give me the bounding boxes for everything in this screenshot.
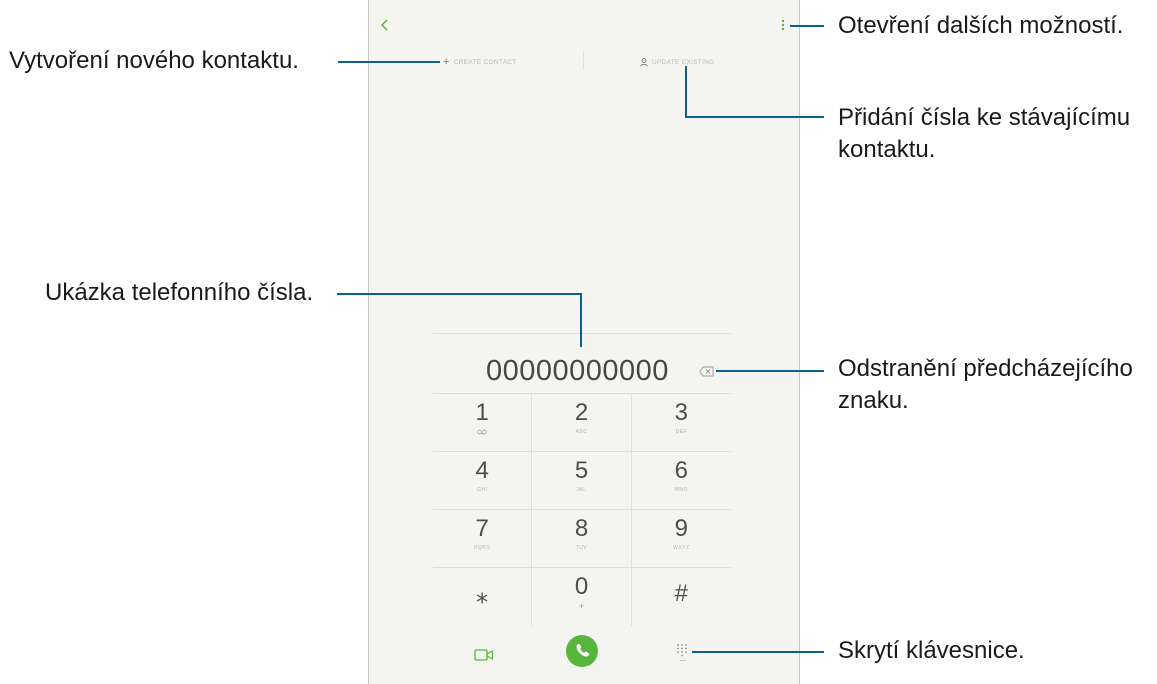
key-digit: 0 (574, 573, 589, 600)
key-digit: 4 (475, 457, 489, 484)
key-letters: WXYZ (673, 545, 690, 551)
voicemail-icon (477, 429, 487, 435)
key-2[interactable]: 2 ABC (532, 394, 632, 452)
key-star[interactable]: ⁎ (433, 568, 533, 626)
phone-number-display: 00000000000 (486, 355, 669, 387)
keypad-toggle-icon[interactable] (675, 642, 689, 664)
key-8[interactable]: 8 TUV (532, 510, 632, 568)
more-options-icon[interactable] (778, 17, 788, 33)
key-letters: ABC (575, 429, 588, 435)
key-0[interactable]: 0 + (532, 568, 632, 626)
create-contact-button[interactable]: + CREATE CONTACT (443, 55, 517, 69)
key-digit: 5 (574, 457, 589, 484)
callout-text: kontaktu. (838, 136, 936, 163)
key-plus-label: + (578, 601, 585, 611)
key-letters: PQRS (474, 545, 491, 551)
key-letters: GHI (476, 487, 488, 493)
key-1[interactable]: 1 (433, 394, 533, 452)
update-existing-button[interactable]: UPDATE EXISTING (640, 55, 715, 69)
key-digit: 2 (574, 399, 589, 426)
plus-icon: + (443, 55, 450, 68)
key-3[interactable]: 3 DEF (631, 394, 731, 452)
key-digit: 8 (574, 515, 589, 542)
key-letters: DEF (675, 429, 688, 435)
dial-keypad: 1 2 ABC 3 DEF 4 GHI 5 JKL 6 MNO 7 PQRS 8… (433, 393, 731, 626)
key-digit: 9 (674, 515, 688, 542)
key-digit: 7 (475, 515, 489, 542)
leader-line-more-options (790, 25, 824, 27)
callout-text: Ukázka telefonního čísla. (45, 279, 314, 306)
key-6[interactable]: 6 MNO (631, 452, 731, 510)
call-button[interactable] (566, 635, 598, 667)
key-letters: JKL (576, 487, 587, 493)
leader-line-new-contact (338, 61, 440, 63)
create-contact-label: CREATE CONTACT (453, 58, 517, 66)
callout-delete-char: Odstranění předcházejícího znaku. (838, 353, 1133, 417)
callout-new-contact: Vytvoření nového kontaktu. (9, 45, 299, 77)
key-digit: 6 (674, 457, 688, 484)
callout-text: Vytvoření nového kontaktu. (9, 47, 299, 74)
video-call-icon[interactable] (474, 648, 494, 662)
key-digit: # (674, 580, 688, 607)
callout-hide-keypad: Skrytí klávesnice. (838, 635, 1025, 667)
key-5[interactable]: 5 JKL (532, 452, 632, 510)
key-digit: 3 (674, 399, 688, 426)
person-icon (640, 57, 648, 67)
leader-line-number-preview (337, 293, 582, 295)
key-digit: 1 (475, 399, 489, 426)
leader-line-hide-keypad (692, 651, 824, 653)
leader-line-existing-contact (685, 116, 824, 118)
leader-line-backspace (716, 370, 824, 372)
key-digit: ⁎ (476, 582, 489, 609)
callout-text: Odstranění předcházejícího (838, 355, 1133, 382)
key-letters: TUV (575, 545, 588, 551)
key-letters: MNO (674, 487, 688, 493)
key-hash[interactable]: # (632, 568, 731, 626)
callout-text: Přidání čísla ke stávajícímu (838, 104, 1131, 131)
callout-number-preview: Ukázka telefonního čísla. (45, 277, 313, 309)
leader-line-existing-contact (685, 66, 687, 118)
update-existing-label: UPDATE EXISTING (652, 58, 715, 66)
callout-text: znaku. (838, 387, 909, 414)
phone-icon (576, 643, 590, 657)
leader-line-number-preview (580, 293, 582, 347)
backspace-icon[interactable] (699, 366, 714, 377)
toolbar-divider (583, 52, 584, 70)
callout-text: Otevření dalších možností. (838, 12, 1124, 39)
callout-add-to-existing: Přidání čísla ke stávajícímu kontaktu. (838, 102, 1130, 166)
callout-text: Skrytí klávesnice. (838, 637, 1025, 664)
key-4[interactable]: 4 GHI (433, 452, 533, 510)
key-7[interactable]: 7 PQRS (433, 510, 533, 568)
callout-more-options: Otevření dalších možností. (838, 10, 1123, 42)
key-9[interactable]: 9 WXYZ (631, 510, 731, 568)
back-arrow-icon[interactable] (378, 17, 392, 33)
display-divider (433, 333, 731, 334)
